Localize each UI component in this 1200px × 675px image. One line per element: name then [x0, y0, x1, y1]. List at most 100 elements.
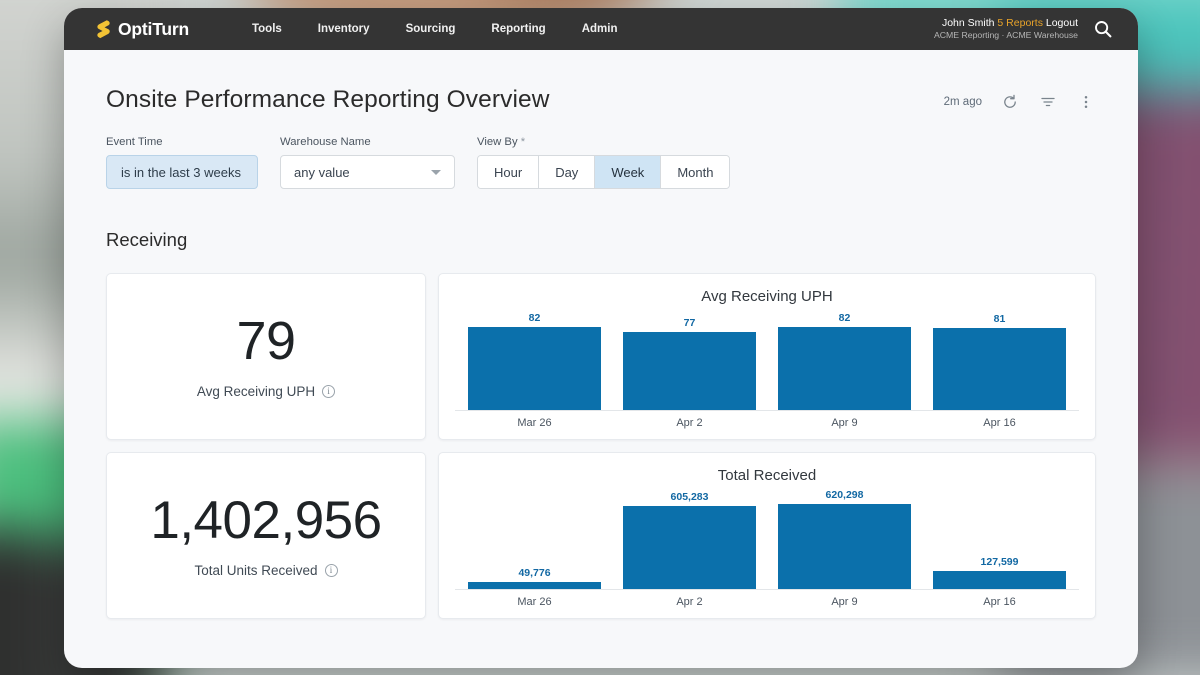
bar-slot: 82: [767, 309, 922, 410]
user-name: John Smith: [941, 17, 995, 29]
x-tick-label: Apr 16: [983, 417, 1016, 429]
x-tick-label: Mar 26: [517, 596, 552, 608]
filter-label-event-time: Event Time: [106, 136, 163, 148]
chart-title: Avg Receiving UPH: [701, 288, 833, 305]
bar[interactable]: [622, 506, 757, 589]
lightning-logo-icon: [97, 19, 110, 38]
filter-view-by: View By * Hour Day Week Month: [477, 136, 731, 189]
bar-slot: 81: [922, 309, 1077, 410]
logout-link[interactable]: Logout: [1046, 17, 1078, 29]
kpi-label: Total Units Received: [194, 562, 318, 578]
required-asterisk: *: [520, 136, 526, 148]
view-by-segmented-control: Hour Day Week Month: [477, 155, 731, 189]
section-title-receiving: Receiving: [106, 229, 188, 250]
view-by-option-hour[interactable]: Hour: [478, 156, 540, 188]
filter-warehouse-name: Warehouse Name any value: [280, 136, 455, 189]
bar[interactable]: [777, 504, 912, 589]
page-header-row: Onsite Performance Reporting Overview 2m…: [106, 50, 1096, 114]
nav-link-inventory[interactable]: Inventory: [300, 17, 388, 41]
kpi-value: 79: [236, 311, 296, 371]
nav-right-cluster: John Smith 5 Reports Logout ACME Reporti…: [934, 8, 1116, 50]
bar-slot: 620,298: [767, 488, 922, 589]
bar-value-label: 81: [993, 313, 1006, 326]
bar-value-label: 127,599: [980, 555, 1019, 568]
kpi-label-row: Avg Receiving UPH i: [196, 384, 336, 399]
chevron-down-icon: [431, 169, 441, 175]
bar[interactable]: [467, 327, 602, 410]
warehouse-select[interactable]: any value: [280, 155, 455, 189]
info-icon[interactable]: i: [324, 563, 338, 577]
filter-event-time: Event Time is in the last 3 weeks: [106, 136, 258, 189]
x-tick-label: Apr 9: [831, 417, 858, 429]
view-by-option-day[interactable]: Day: [539, 156, 596, 188]
app-window: OptiTurn Tools Inventory Sourcing Report…: [64, 8, 1138, 668]
page-actions: 2m ago: [944, 86, 1096, 112]
bar-value-label: 82: [528, 312, 541, 325]
dashboard-grid: 79 Avg Receiving UPH i Avg Receiving UPH…: [106, 273, 1096, 619]
chart-title: Total Received: [717, 467, 817, 484]
more-vertical-icon: [1084, 95, 1088, 109]
chart-x-axis: Mar 26 Apr 2 Apr 9 Apr 16: [455, 596, 1079, 608]
x-tick-label: Apr 16: [983, 596, 1016, 608]
x-tick-label: Mar 26: [517, 417, 552, 429]
kpi-tile-total-units-received: 1,402,956 Total Units Received i: [106, 452, 426, 619]
chart-plot-area: 82 77 82 81: [455, 309, 1079, 411]
kpi-label: Avg Receiving UPH: [196, 384, 316, 399]
chart-x-axis: Mar 26 Apr 2 Apr 9 Apr 16: [455, 417, 1079, 429]
x-tick-label: Apr 9: [831, 596, 858, 608]
main-nav-links: Tools Inventory Sourcing Reporting Admin: [234, 17, 636, 41]
bar-value-label: 49,776: [518, 566, 551, 579]
user-info: John Smith 5 Reports Logout ACME Reporti…: [934, 17, 1078, 41]
page-title: Onsite Performance Reporting Overview: [106, 86, 550, 113]
view-by-label-text: View By: [477, 136, 518, 148]
nav-link-reporting[interactable]: Reporting: [473, 17, 563, 41]
chart-plot-area: 49,776 605,283 620,298 127,599: [455, 488, 1079, 590]
bar-value-label: 82: [838, 312, 851, 325]
filter-bar: Event Time is in the last 3 weeks Wareho…: [106, 136, 1096, 189]
event-time-field[interactable]: is in the last 3 weeks: [106, 155, 258, 189]
bar[interactable]: [932, 328, 1067, 410]
filter-label-warehouse-name: Warehouse Name: [280, 136, 371, 148]
more-options-button[interactable]: [1076, 92, 1096, 112]
filter-label-view-by: View By *: [477, 136, 730, 148]
info-icon[interactable]: i: [322, 385, 336, 398]
reports-link[interactable]: 5 Reports: [997, 17, 1043, 29]
top-navigation-bar: OptiTurn Tools Inventory Sourcing Report…: [64, 8, 1138, 50]
filter-icon: [1041, 97, 1055, 107]
view-by-option-week[interactable]: Week: [595, 156, 662, 188]
bar-value-label: 605,283: [670, 491, 709, 504]
chart-card-avg-receiving-uph: Avg Receiving UPH 82 77 82 81 Mar 26 Apr…: [438, 273, 1096, 440]
chart-avg-receiving-uph: Avg Receiving UPH 82 77 82 81 Mar 26 Apr…: [439, 274, 1095, 439]
kpi-value: 1,402,956: [150, 490, 382, 550]
kpi-tile-avg-receiving-uph: 79 Avg Receiving UPH i: [106, 273, 426, 440]
filter-button[interactable]: [1038, 92, 1058, 112]
bar-slot: 49,776: [457, 488, 612, 589]
bar-slot: 77: [612, 309, 767, 410]
warehouse-select-value: any value: [294, 164, 350, 180]
kpi-label-row: Total Units Received i: [194, 562, 338, 578]
bar-value-label: 77: [683, 317, 696, 330]
bar[interactable]: [622, 332, 757, 410]
chart-total-received: Total Received 49,776 605,283 620,298 12…: [439, 453, 1095, 618]
page-content: Onsite Performance Reporting Overview 2m…: [64, 50, 1138, 619]
chart-card-total-received: Total Received 49,776 605,283 620,298 12…: [438, 452, 1096, 619]
bar[interactable]: [777, 327, 912, 410]
bar-value-label: 620,298: [825, 489, 864, 502]
org-context: ACME Reporting · ACME Warehouse: [933, 30, 1078, 41]
x-tick-label: Apr 2: [676, 417, 703, 429]
brand-name: OptiTurn: [118, 18, 189, 39]
refresh-icon: [1004, 94, 1016, 108]
search-button[interactable]: [1090, 16, 1116, 42]
nav-link-sourcing[interactable]: Sourcing: [388, 17, 474, 41]
refresh-button[interactable]: [1000, 92, 1020, 112]
x-tick-label: Apr 2: [676, 596, 703, 608]
nav-link-tools[interactable]: Tools: [234, 17, 300, 41]
nav-link-admin[interactable]: Admin: [564, 17, 636, 41]
bar-slot: 82: [457, 309, 612, 410]
last-updated-stamp: 2m ago: [943, 96, 982, 108]
search-icon: [1095, 21, 1112, 38]
bar[interactable]: [932, 570, 1067, 589]
view-by-option-month[interactable]: Month: [661, 156, 730, 188]
brand-logo[interactable]: OptiTurn: [94, 19, 189, 40]
bar[interactable]: [467, 581, 602, 589]
